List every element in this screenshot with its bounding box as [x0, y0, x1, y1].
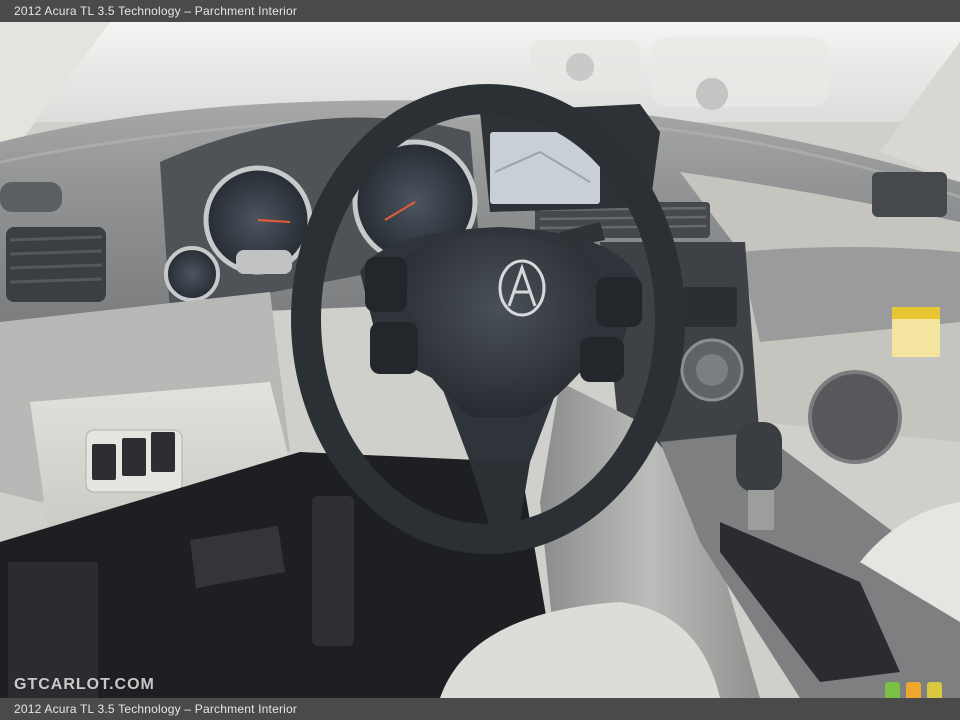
climate-button-panel	[682, 287, 737, 327]
color-badge-yellow	[927, 682, 942, 698]
gtcarlot-watermark: GTCARLOT.COM	[14, 676, 155, 693]
left-corner-vent	[0, 182, 62, 212]
fuel-gauge	[164, 246, 220, 302]
color-badge-orange	[906, 682, 921, 698]
gear-shift-knob	[736, 422, 782, 492]
right-air-vent	[872, 172, 947, 217]
steering-right-controls	[596, 277, 642, 327]
accelerator-pedal	[312, 496, 354, 646]
switch-button-3	[151, 432, 175, 472]
bottom-caption-bar: 2012 Acura TL 3.5 Technology – Parchment…	[0, 698, 960, 720]
speaker-grille	[808, 370, 902, 464]
steering-cruise-controls	[370, 322, 418, 374]
switch-button-2	[122, 438, 146, 476]
steering-left-controls	[365, 257, 407, 312]
top-caption-text: 2012 Acura TL 3.5 Technology – Parchment…	[14, 4, 298, 18]
interior-photo: GTCARLOT.COM	[0, 22, 960, 698]
switch-button-1	[92, 444, 116, 480]
color-badge-green	[885, 682, 900, 698]
top-caption-bar: 2012 Acura TL 3.5 Technology – Parchment…	[0, 0, 960, 22]
interior-photo-drawing	[0, 22, 960, 698]
bottom-caption-text: 2012 Acura TL 3.5 Technology – Parchment…	[14, 702, 298, 716]
turn-signal-stalk	[236, 250, 292, 274]
